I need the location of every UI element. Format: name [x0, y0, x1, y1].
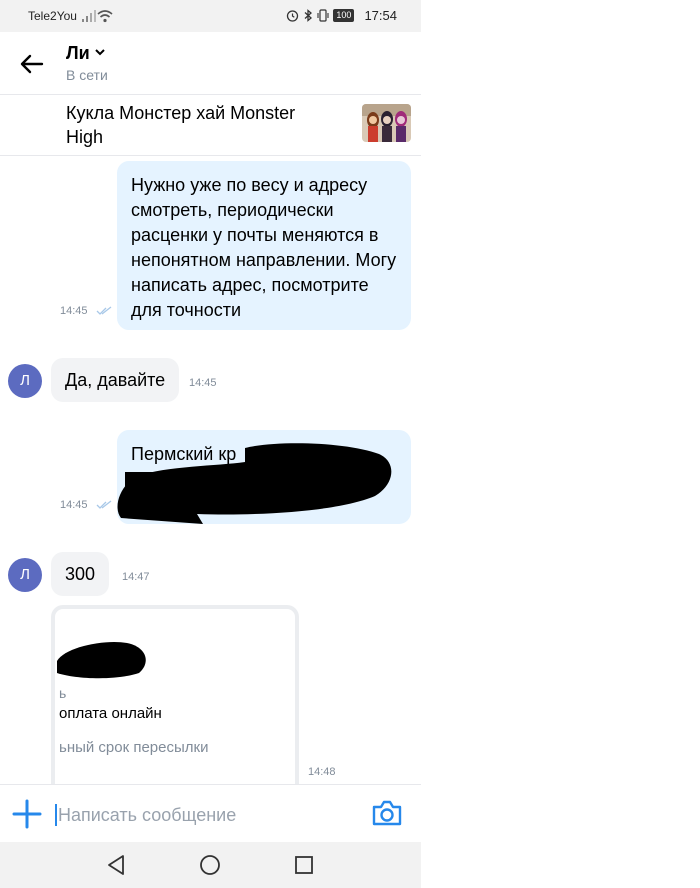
bluetooth-icon: [304, 9, 313, 22]
read-checkmarks-icon: [96, 500, 112, 509]
avatar[interactable]: Л: [8, 558, 42, 592]
card-text-line: оплата онлайн: [59, 705, 162, 722]
avatar[interactable]: Л: [8, 364, 42, 398]
alarm-icon: [287, 10, 299, 22]
message-text: Да, давайте: [65, 370, 166, 390]
message-time: 14:48: [308, 766, 336, 778]
nav-recents-icon[interactable]: [294, 855, 314, 875]
message-text: 300: [65, 564, 96, 584]
message-time: 14:45: [60, 499, 88, 511]
clock: 17:54: [364, 8, 397, 23]
nav-home-icon[interactable]: [199, 854, 221, 876]
message-time: 14:45: [60, 305, 88, 317]
message-bubble-incoming[interactable]: 300: [51, 552, 110, 596]
message-bubble-outgoing[interactable]: Пермский кр: [117, 430, 411, 524]
card-text-line: ьный срок пересылки: [59, 739, 209, 756]
card-text-line: ь: [59, 685, 67, 701]
online-status: В сети: [66, 67, 108, 83]
contact-name[interactable]: Ли: [66, 43, 90, 64]
status-right: 100 17:54: [286, 8, 397, 23]
phone-screen: Tele2You 100 17:54 Ли В сети Кукла Монст…: [0, 0, 421, 888]
text-cursor: [55, 804, 57, 826]
message-time: 14:47: [122, 571, 150, 583]
read-checkmarks-icon: [96, 306, 112, 315]
vibrate-icon: [317, 9, 329, 22]
camera-icon[interactable]: [371, 799, 403, 827]
product-thumbnail[interactable]: [362, 104, 411, 142]
redaction-scribble: [57, 641, 146, 679]
message-time: 14:45: [189, 377, 217, 389]
product-bar[interactable]: Кукла Монстер хай Monster High: [0, 94, 421, 156]
chat-header: Ли В сети: [0, 32, 421, 94]
nav-back-icon[interactable]: [106, 854, 126, 876]
message-input[interactable]: Написать сообщение: [58, 805, 236, 826]
status-bar: Tele2You 100 17:54: [0, 0, 421, 32]
message-bubble-incoming[interactable]: Да, давайте: [51, 358, 180, 402]
system-nav-bar: [0, 842, 421, 888]
plus-icon[interactable]: [12, 799, 42, 829]
message-composer: Написать сообщение: [0, 784, 421, 843]
wifi-icon: [97, 10, 113, 23]
message-text: Нужно уже по весу и адресу смотреть, пер…: [131, 175, 397, 320]
battery-indicator: 100: [333, 9, 355, 22]
signal-icon: [82, 10, 96, 22]
message-bubble-outgoing[interactable]: Нужно уже по весу и адресу смотреть, пер…: [117, 161, 411, 330]
product-title: Кукла Монстер хай Monster High: [66, 103, 296, 147]
back-arrow-icon[interactable]: [18, 52, 46, 76]
carrier-name: Tele2You: [28, 9, 77, 23]
message-card[interactable]: ь оплата онлайн ьный срок пересылки: [51, 605, 299, 805]
chevron-down-icon[interactable]: [93, 46, 107, 58]
redaction-scribble: [117, 443, 392, 524]
